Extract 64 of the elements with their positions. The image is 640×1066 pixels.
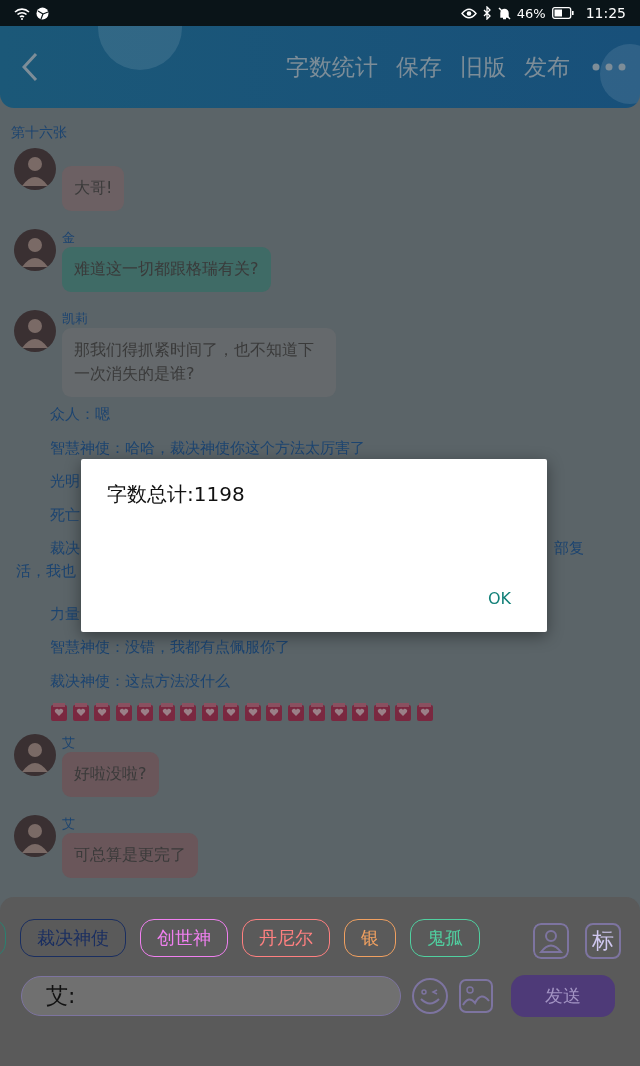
sender-name: 艾 — [62, 815, 75, 833]
heart-card-icon — [157, 702, 176, 723]
heart-card-icon — [222, 702, 240, 723]
character-chip[interactable]: 创世神 — [140, 919, 228, 957]
narration-line: 光明 — [50, 472, 80, 492]
sender-name: 艾 — [62, 734, 75, 753]
header-action[interactable]: 发布 — [524, 51, 570, 83]
heart-card-icon — [265, 702, 283, 723]
heart-card-icon — [415, 702, 434, 723]
more-icon[interactable] — [592, 63, 626, 71]
narration-line: 智慧神使：哈哈，裁决神使你这个方法太厉害了 — [50, 438, 365, 458]
person-icon[interactable] — [533, 923, 569, 959]
character-chip[interactable]: 银 — [344, 919, 396, 957]
avatar — [14, 734, 56, 777]
heart-card-icon — [179, 702, 197, 723]
bluetooth-icon — [482, 6, 492, 20]
heart-card-icon — [308, 702, 326, 723]
ok-button[interactable]: OK — [485, 587, 513, 610]
heart-card-icon — [394, 702, 412, 723]
smile-icon[interactable] — [411, 977, 449, 1015]
eye-icon — [460, 7, 477, 19]
narration-line: 众人：嗯 — [50, 405, 110, 425]
heart-card-icon — [136, 702, 154, 723]
narration-line: 活，我也 — [16, 561, 76, 580]
clock: 11:25 — [585, 5, 626, 21]
header-action[interactable]: 旧版 — [460, 51, 506, 83]
heart-card-icon — [372, 702, 391, 723]
narration-line: 裁决 — [50, 539, 80, 559]
wifi-icon — [14, 6, 30, 20]
heart-card-icon — [93, 702, 111, 723]
back-icon[interactable] — [22, 52, 38, 82]
battery-icon — [551, 7, 574, 19]
sender-name: 金 — [62, 228, 75, 247]
avatar — [14, 228, 56, 271]
avatar — [14, 148, 56, 190]
narration-line: 死亡 — [50, 505, 80, 525]
heart-card-icon — [71, 702, 90, 723]
word-count-message: 字数总计:1198 — [107, 481, 245, 508]
battery-percent: 46% — [516, 5, 546, 21]
narration-line: 智慧神使：没错，我都有点佩服你了 — [50, 638, 290, 658]
heart-card-icon — [351, 702, 369, 723]
character-chip[interactable]: 丹尼尔 — [242, 919, 330, 957]
avatar — [14, 309, 56, 352]
header-action[interactable]: 保存 — [396, 51, 442, 83]
heart-card-icon — [114, 702, 133, 723]
message-input[interactable]: 艾: — [21, 976, 401, 1016]
image-icon[interactable] — [459, 979, 493, 1013]
narration-line: 部复 — [554, 539, 584, 559]
heart-card-icon — [329, 702, 348, 723]
heart-card-icon — [200, 702, 219, 723]
bell-off-icon — [497, 6, 511, 20]
heart-card-icon — [286, 702, 305, 723]
tag-button[interactable]: 标 — [585, 923, 621, 959]
character-chip[interactable]: 鬼孤 — [410, 919, 480, 957]
narration-line: 力量 — [50, 604, 80, 624]
sender-name: 凯莉 — [62, 309, 88, 328]
send-button[interactable]: 发送 — [511, 975, 615, 1017]
avatar — [14, 815, 56, 857]
header-action[interactable]: 字数统计 — [286, 51, 378, 83]
heart-card-icon — [50, 702, 68, 723]
heart-card-icon — [243, 702, 262, 723]
globe-icon — [36, 6, 49, 20]
narration-line: 裁决神使：这点方法没什么 — [50, 671, 230, 691]
character-chip[interactable]: 裁决神使 — [20, 919, 126, 957]
